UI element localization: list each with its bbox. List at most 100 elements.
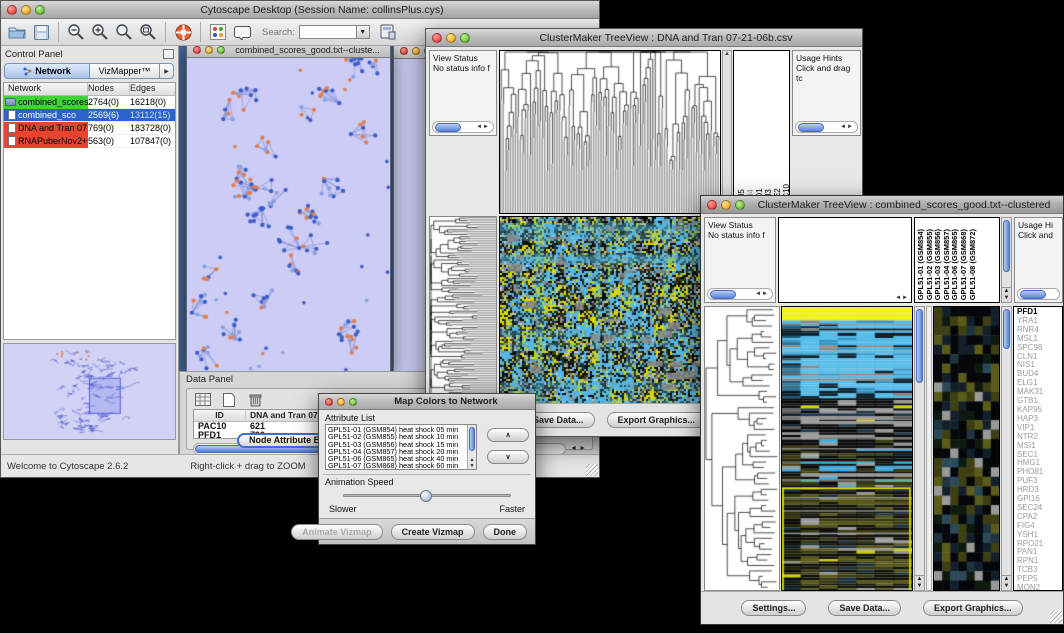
create-vizmap-button[interactable]: Create Vizmap <box>391 524 475 540</box>
tv2-top-arrows[interactable]: ◄► <box>895 295 909 301</box>
search-input[interactable] <box>299 25 357 39</box>
move-down-button[interactable]: ∨ <box>487 450 529 464</box>
minimize-button[interactable] <box>412 47 420 55</box>
status-welcome: Welcome to Cytoscape 2.6.2 <box>7 461 128 472</box>
attribute-list-item[interactable]: GPL51-07 (GSM868) heat shock 60 min <box>328 462 474 469</box>
treeview2-titlebar[interactable]: ClusterMaker TreeView : combined_scores_… <box>701 196 1063 214</box>
resize-grip[interactable] <box>586 464 598 476</box>
tv2-column-tree-area: ◄► <box>778 217 912 303</box>
tv2-button-bar: Settings... Save Data... Export Graphics… <box>701 591 1063 624</box>
array-column-label: GPL51-08 (GSM872) <box>969 229 978 300</box>
treeview1-title: ClusterMaker TreeView : DNA and Tran 07-… <box>470 32 862 44</box>
tv2-genelist-scrollbar[interactable]: ▲▼ <box>1001 306 1012 591</box>
close-button[interactable] <box>325 398 333 406</box>
network-list-item[interactable]: DNA and Tran 07 769(0) 183728(0) <box>4 122 175 135</box>
delete-attribute-icon[interactable] <box>245 391 265 408</box>
tv1-usage-hints: Usage Hints Click and drag tc ◄► <box>792 50 861 136</box>
tab-overflow-button[interactable]: ▶ <box>160 63 174 79</box>
close-button[interactable] <box>707 200 717 210</box>
tv1-column-labels: GIM5GIM4PFD1GIM3YKE2PAC10 <box>733 50 790 214</box>
attribute-list-vscrollbar[interactable]: ▲▼ <box>467 425 476 469</box>
network-list-item[interactable]: combined_scores 2764(0) 16218(0) <box>4 96 175 109</box>
network-list-item[interactable]: RNAPuberNov2+ 563(0) 107847(0) <box>4 135 175 148</box>
minimize-button[interactable] <box>21 5 31 15</box>
tv1-row-dendrogram[interactable] <box>429 216 497 404</box>
tv2-heatmap-vscrollbar[interactable]: ▲▼ <box>914 306 925 591</box>
col-header-nodes[interactable]: Nodes <box>88 83 130 95</box>
resize-grip[interactable] <box>1050 611 1062 623</box>
export-graphics-button[interactable]: Export Graphics... <box>607 412 707 428</box>
minimize-button[interactable] <box>446 33 456 43</box>
zoom-selected-button[interactable] <box>112 21 136 43</box>
toolbar-separator <box>58 22 59 42</box>
search-label: Search: <box>262 27 295 38</box>
dialog-titlebar[interactable]: Map Colors to Network <box>319 394 535 410</box>
minimize-button[interactable] <box>721 200 731 210</box>
close-button[interactable] <box>193 46 201 54</box>
network-canvas[interactable] <box>187 58 390 373</box>
zoom-button[interactable] <box>735 200 745 210</box>
treeview1-titlebar[interactable]: ClusterMaker TreeView : DNA and Tran 07-… <box>426 29 862 47</box>
tv2-zoom-heatmap[interactable] <box>933 306 1000 591</box>
dialog-title: Map Colors to Network <box>357 396 535 407</box>
close-button[interactable] <box>400 47 408 55</box>
dialog-button-row: Animate Vizmap Create Vizmap Done <box>319 518 535 544</box>
vizmapper-icon-button[interactable] <box>206 21 230 43</box>
tv1-top-scroll-strip[interactable]: ▲ <box>722 50 732 214</box>
attribute-list[interactable]: GPL51-01 (GSM854) heat shock 05 minGPL51… <box>325 424 477 470</box>
main-titlebar[interactable]: Cytoscape Desktop (Session Name: collins… <box>1 1 599 19</box>
tv2-viewstatus-scrollbar[interactable]: ◄► <box>707 288 773 300</box>
settings-button[interactable]: Settings... <box>741 600 806 616</box>
attribute-select-icon[interactable] <box>193 391 213 408</box>
network-list-item[interactable]: combined_sco 2569(6) 13112(15) <box>4 109 175 122</box>
col-header-network[interactable]: Network <box>4 83 88 95</box>
data-col-id[interactable]: ID <box>194 410 246 421</box>
data-panel-hscroll-arrows[interactable]: ◄► <box>570 445 588 452</box>
col-header-edges[interactable]: Edges <box>130 83 175 95</box>
close-button[interactable] <box>432 33 442 43</box>
zoom-in-button[interactable] <box>88 21 112 43</box>
float-panel-icon[interactable] <box>163 49 174 59</box>
faster-label: Faster <box>499 504 525 514</box>
move-up-button[interactable]: ∧ <box>487 428 529 442</box>
new-attribute-icon[interactable] <box>219 391 239 408</box>
search-dropdown-arrow[interactable]: ▼ <box>357 25 370 39</box>
tv2-usagehints-scrollbar[interactable] <box>1017 288 1060 300</box>
zoom-button[interactable] <box>460 33 470 43</box>
animation-speed-slider[interactable] <box>343 494 511 497</box>
annotation-icon-button[interactable] <box>230 21 254 43</box>
tab-vizmapper[interactable]: VizMapper™ <box>90 63 160 79</box>
gene-label: MON2 <box>1017 584 1062 591</box>
tv2-usage-hints: Usage Hi Click and <box>1014 217 1063 303</box>
zoom-fit-button[interactable] <box>136 21 160 43</box>
minimize-button[interactable] <box>205 46 213 54</box>
open-session-button[interactable] <box>5 21 29 43</box>
zoom-button[interactable] <box>217 46 225 54</box>
status-hint-zoom: Right-click + drag to ZOOM <box>190 461 305 472</box>
network-view-window: combined_scores_good.txt--cluste... <box>186 46 391 373</box>
tv2-heatmap[interactable] <box>781 306 913 591</box>
close-button[interactable] <box>7 5 17 15</box>
birdseye-view[interactable] <box>3 343 176 440</box>
zoom-out-button[interactable] <box>64 21 88 43</box>
save-data-button[interactable]: Save Data... <box>828 600 901 616</box>
help-icon[interactable] <box>171 21 195 43</box>
slider-thumb[interactable] <box>420 490 432 502</box>
tv2-column-labels: GPL51-01 (GSM854)GPL51-02 (GSM855)GPL51-… <box>914 217 1000 303</box>
zoom-button[interactable] <box>35 5 45 15</box>
done-button[interactable]: Done <box>483 524 528 540</box>
cytopanel-toggle-icon[interactable] <box>376 21 400 43</box>
tv2-row-dendrogram[interactable] <box>704 306 780 591</box>
tv1-viewstatus-scrollbar[interactable]: ◄► <box>432 121 494 133</box>
minimize-button[interactable] <box>337 398 345 406</box>
save-session-button[interactable] <box>29 21 53 43</box>
zoom-button[interactable] <box>349 398 357 406</box>
tv2-collabel-scrollbar[interactable]: ▲▼ <box>1001 217 1012 303</box>
tv1-usagehints-scrollbar[interactable]: ◄► <box>795 121 858 133</box>
export-graphics-button[interactable]: Export Graphics... <box>923 600 1023 616</box>
network-tree-panel: Network Nodes Edges combined_scores 2764… <box>3 82 176 340</box>
tab-network[interactable]: Network <box>4 63 90 79</box>
tv1-heatmap[interactable] <box>499 216 721 404</box>
tv2-divider[interactable] <box>926 306 932 591</box>
tv1-column-dendrogram[interactable] <box>499 50 721 214</box>
